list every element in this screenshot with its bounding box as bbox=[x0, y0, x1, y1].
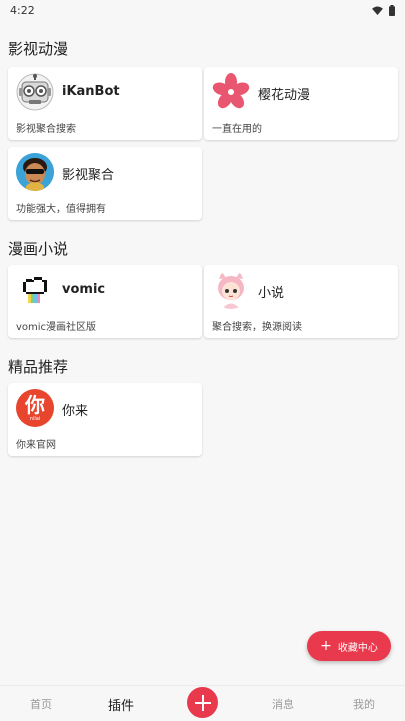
nav-home[interactable]: 首页 bbox=[11, 696, 71, 712]
collection-center-label: 收藏中心 bbox=[337, 642, 378, 654]
plugin-desc: 一直在用的 bbox=[212, 124, 262, 135]
anime-girl-icon bbox=[212, 271, 250, 309]
section-title-comics: 漫画小说 bbox=[8, 240, 69, 258]
plugin-desc: 聚合搜索，换源阅读 bbox=[212, 322, 302, 333]
nilai-logo-subtext: nilai bbox=[29, 416, 41, 422]
plugin-card-nilai[interactable]: 你 nilai 你来 你来官网 bbox=[8, 383, 202, 456]
cartoon-avatar-icon bbox=[16, 153, 54, 191]
status-bar: 4:22 bbox=[0, 0, 405, 20]
status-icons bbox=[372, 4, 395, 16]
plugin-card-sakura[interactable]: 樱花动漫 一直在用的 bbox=[204, 67, 398, 140]
wifi-icon bbox=[372, 5, 383, 15]
section-title-movies: 影视动漫 bbox=[8, 40, 69, 58]
plugin-desc: 影视聚合搜索 bbox=[16, 124, 76, 135]
battery-icon bbox=[389, 4, 395, 16]
plugin-name: 你来 bbox=[62, 404, 89, 419]
plugin-desc: vomic漫画社区版 bbox=[16, 322, 97, 333]
section-title-recommended: 精品推荐 bbox=[8, 358, 69, 376]
plugin-desc: 功能强大，值得拥有 bbox=[16, 204, 106, 215]
status-time: 4:22 bbox=[10, 3, 35, 17]
plugin-desc: 你来官网 bbox=[16, 440, 56, 451]
nilai-logo-glyph: 你 bbox=[25, 393, 45, 417]
collection-center-button[interactable]: + 收藏中心 bbox=[307, 631, 391, 661]
plugin-card-novel[interactable]: 小说 聚合搜索，换源阅读 bbox=[204, 265, 398, 338]
add-button[interactable] bbox=[187, 687, 218, 718]
robot-icon bbox=[16, 73, 54, 111]
plugin-name: vomic bbox=[62, 282, 106, 297]
sakura-flower-icon bbox=[212, 73, 250, 111]
nilai-logo-icon: 你 nilai bbox=[16, 389, 54, 427]
plugin-name: 小说 bbox=[258, 286, 285, 301]
plugin-card-vomic[interactable]: vomic vomic漫画社区版 bbox=[8, 265, 202, 338]
plugin-card-ikanbot[interactable]: iKanBot 影视聚合搜索 bbox=[8, 67, 202, 140]
nav-mine[interactable]: 我的 bbox=[334, 696, 394, 712]
plus-icon: + bbox=[320, 638, 332, 654]
nav-plugins[interactable]: 插件 bbox=[91, 695, 151, 714]
plugin-card-video-aggregate[interactable]: 影视聚合 功能强大，值得拥有 bbox=[8, 147, 202, 220]
plugin-name: 樱花动漫 bbox=[258, 88, 311, 103]
plugin-name: 影视聚合 bbox=[62, 168, 115, 183]
plus-icon bbox=[194, 694, 211, 711]
nav-messages[interactable]: 消息 bbox=[253, 696, 313, 712]
plugin-name: iKanBot bbox=[62, 84, 120, 99]
pixel-cloud-icon bbox=[16, 271, 54, 309]
